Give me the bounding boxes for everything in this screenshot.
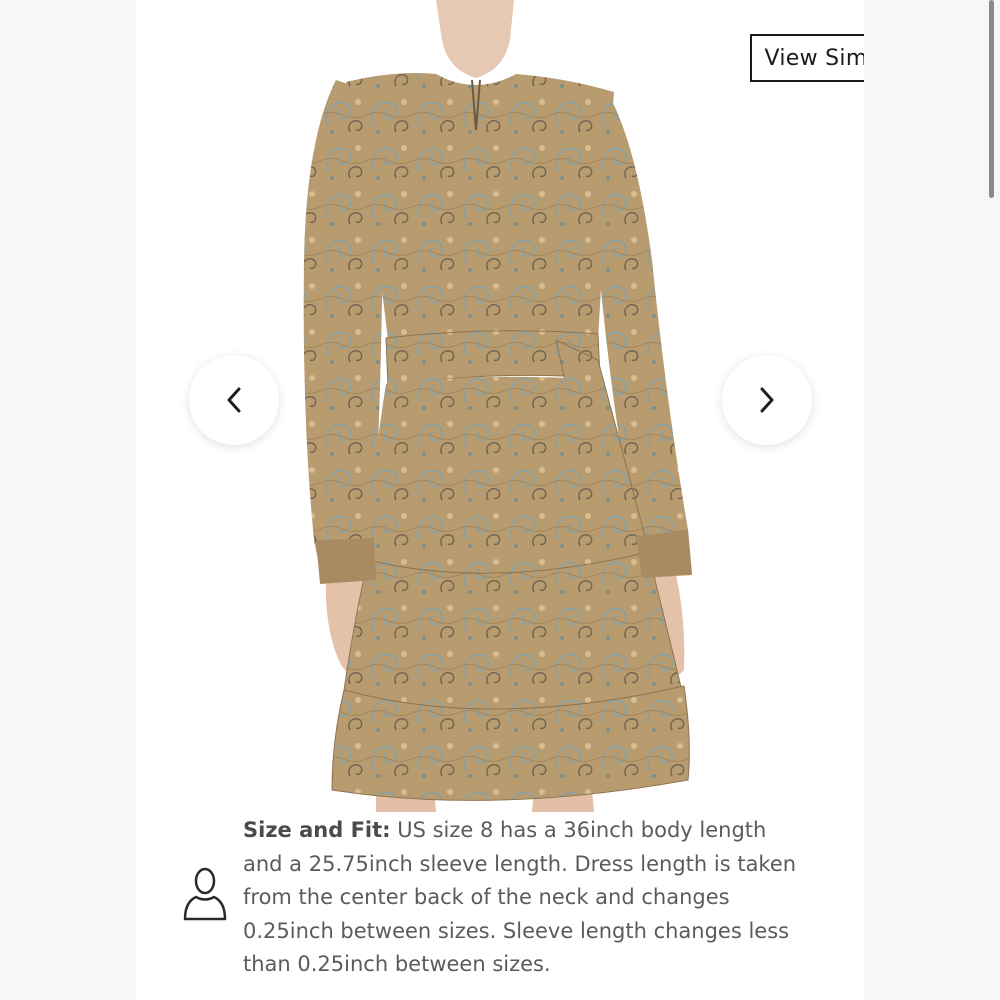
person-icon [183, 867, 227, 921]
chevron-left-icon [227, 387, 241, 413]
next-image-button[interactable] [722, 355, 812, 445]
size-and-fit-description: Size and Fit: US size 8 has a 36inch bod… [243, 814, 803, 982]
view-similar-button[interactable]: View Similar [750, 34, 864, 82]
scrollbar-thumb[interactable] [989, 0, 994, 198]
page-frame: View Similar Size and Fit: US size 8 has… [0, 0, 1000, 1000]
previous-image-button[interactable] [189, 355, 279, 445]
size-and-fit-label: Size and Fit: [243, 818, 391, 842]
chevron-right-icon [760, 387, 774, 413]
